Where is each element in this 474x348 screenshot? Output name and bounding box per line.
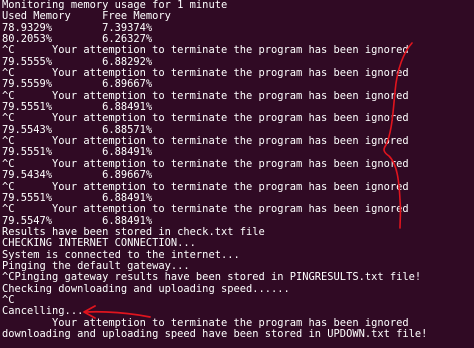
terminal-line: 79.5551% 6.88491%	[2, 147, 153, 159]
terminal-line: ^C Your attemption to terminate the prog…	[2, 68, 409, 80]
terminal-window[interactable]: Monitoring memory usage for 1 minute Use…	[0, 0, 474, 348]
terminal-line: 79.5555% 6.88292%	[2, 56, 153, 68]
terminal-line: 79.5434% 6.89667%	[2, 170, 153, 182]
terminal-line: System is connected to the internet...	[2, 249, 240, 261]
terminal-line: ^C Your attemption to terminate the prog…	[2, 204, 409, 216]
terminal-line: 80.2053% 6.26327%	[2, 34, 153, 46]
terminal-line: Used Memory Free Memory	[2, 11, 171, 23]
terminal-line: ^CPinging gateway results have been stor…	[2, 272, 422, 284]
terminal-line: ^C Your attemption to terminate the prog…	[2, 90, 409, 102]
terminal-line: downloading and uploading speed have bee…	[2, 328, 428, 340]
terminal-line: 79.5551% 6.88491%	[2, 192, 153, 204]
terminal-line: 79.5551% 6.88491%	[2, 102, 153, 114]
terminal-line: ^C Your attemption to terminate the prog…	[2, 181, 409, 193]
terminal-line: Your attemption to terminate the program…	[2, 317, 409, 329]
terminal-line: ^C Your attemption to terminate the prog…	[2, 113, 409, 125]
terminal-line: 79.5547% 6.88491%	[2, 215, 153, 227]
terminal-line: 79.5559% 6.89667%	[2, 79, 153, 91]
terminal-line: Cancelling...	[2, 306, 84, 318]
terminal-line: Checking downloading and uploading speed…	[2, 283, 290, 295]
terminal-line: ^C Your attemption to terminate the prog…	[2, 136, 409, 148]
terminal-line: Results have been stored in check.txt fi…	[2, 226, 265, 238]
terminal-line: CHECKING INTERNET CONNECTION...	[2, 238, 196, 250]
terminal-line: Pinging the default gateway...	[2, 260, 190, 272]
terminal-line: 78.9329% 7.39374%	[2, 22, 153, 34]
terminal-line: ^C Your attemption to terminate the prog…	[2, 158, 409, 170]
terminal-line: ^C	[2, 294, 15, 306]
terminal-line: 79.5543% 6.88571%	[2, 124, 153, 136]
terminal-line: ^C Your attemption to terminate the prog…	[2, 45, 409, 57]
terminal-line: Monitoring memory usage for 1 minute	[2, 0, 228, 11]
